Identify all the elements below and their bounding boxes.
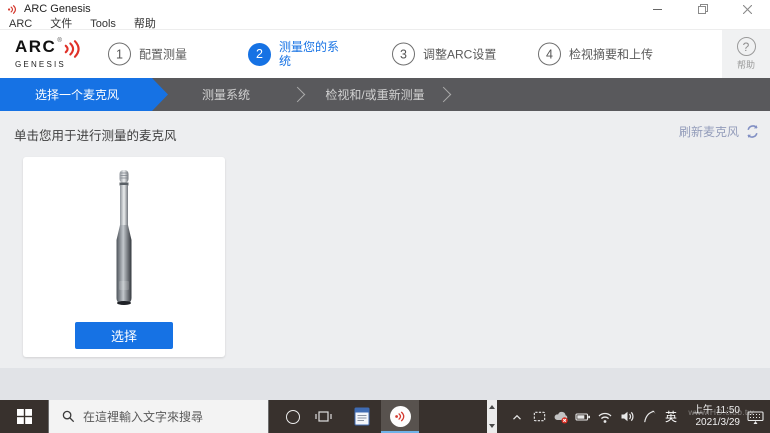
breadcrumb-select-microphone[interactable]: 选择一个麦克风: [0, 78, 168, 111]
wizard-header: ARC® GENESIS 1 配置测量 2 测量您的系统 3 调整ARC设置 4…: [0, 30, 770, 78]
step-1-configure[interactable]: 1 配置测量: [108, 43, 187, 66]
window-title: ARC Genesis: [24, 3, 91, 15]
sound-waves-icon: [63, 38, 85, 60]
microphone-image[interactable]: [101, 167, 147, 313]
step-3-adjust[interactable]: 3 调整ARC设置: [392, 43, 496, 66]
menu-arc[interactable]: ARC: [0, 18, 41, 30]
clock-time: 上午 11:50: [684, 405, 740, 417]
title-bar: ARC Genesis: [0, 0, 770, 18]
touch-keyboard-icon[interactable]: [744, 400, 767, 433]
volume-icon[interactable]: [616, 400, 638, 433]
select-button[interactable]: 选择: [75, 322, 173, 349]
taskbar-scroll-control[interactable]: [487, 400, 497, 433]
logo-subtext: GENESIS: [15, 60, 85, 69]
step-2-measure[interactable]: 2 测量您的系统: [248, 40, 347, 68]
question-icon: ?: [737, 37, 756, 56]
app-window: ARC Genesis ARC 文件 Tools 帮助 ARC® GENESIS…: [0, 0, 770, 433]
document-app-icon[interactable]: [343, 400, 381, 433]
logo-text: ARC: [15, 38, 56, 55]
close-icon[interactable]: [725, 0, 770, 18]
task-view-icon[interactable]: [304, 400, 342, 433]
windows-logo-icon: [17, 409, 32, 424]
menu-bar: ARC 文件 Tools 帮助: [0, 18, 770, 30]
menu-file[interactable]: 文件: [41, 18, 81, 30]
breadcrumb-measure-system[interactable]: 测量系统: [170, 78, 282, 111]
search-icon: [62, 410, 75, 423]
arc-genesis-taskbar-icon[interactable]: [381, 400, 419, 433]
taskbar-clock[interactable]: 上午 11:50 2021/3/29: [684, 405, 740, 429]
footer-strip: [0, 368, 770, 400]
hidden-icons-chevron[interactable]: [506, 400, 528, 433]
system-tray: 英: [506, 400, 682, 433]
arc-genesis-logo: ARC® GENESIS: [15, 38, 85, 69]
search-input[interactable]: [83, 410, 268, 424]
arc-genesis-icon: [390, 406, 411, 427]
minimize-icon[interactable]: [635, 0, 680, 18]
restore-icon[interactable]: [680, 0, 725, 18]
tablet-icon[interactable]: [528, 400, 550, 433]
menu-help[interactable]: 帮助: [125, 18, 165, 30]
scroll-up-icon[interactable]: [489, 405, 495, 409]
wifi-icon[interactable]: [594, 400, 616, 433]
menu-tools[interactable]: Tools: [81, 18, 125, 30]
main-content: 单击您用于进行测量的麦克风 刷新麦克风: [0, 111, 770, 400]
start-button[interactable]: [0, 400, 48, 433]
breadcrumb-review-remeasure[interactable]: 检视和/或重新测量: [312, 78, 438, 111]
chevron-right-icon: [290, 87, 306, 103]
battery-icon[interactable]: [572, 400, 594, 433]
window-controls: [635, 0, 770, 18]
taskbar-search[interactable]: [48, 400, 269, 433]
help-button[interactable]: ? 帮助: [722, 30, 770, 78]
instruction-text: 单击您用于进行测量的麦克风: [14, 125, 177, 144]
taskbar: 英 上午 11:50 2021/3/29 www.HD.club.tw: [0, 400, 770, 433]
microphone-card[interactable]: 选择: [23, 157, 225, 357]
pen-icon[interactable]: [638, 400, 660, 433]
cloud-error-icon[interactable]: [550, 400, 572, 433]
clock-date: 2021/3/29: [684, 417, 740, 429]
step-4-review[interactable]: 4 检视摘要和上传: [538, 43, 653, 66]
scroll-down-icon[interactable]: [489, 424, 495, 428]
breadcrumb: 选择一个麦克风 测量系统 检视和/或重新测量: [0, 78, 770, 111]
chevron-right-icon: [436, 87, 452, 103]
arc-genesis-icon: [7, 4, 18, 15]
ime-indicator[interactable]: 英: [660, 400, 682, 433]
refresh-microphones-link[interactable]: 刷新麦克风: [679, 123, 760, 140]
refresh-icon: [745, 124, 760, 139]
